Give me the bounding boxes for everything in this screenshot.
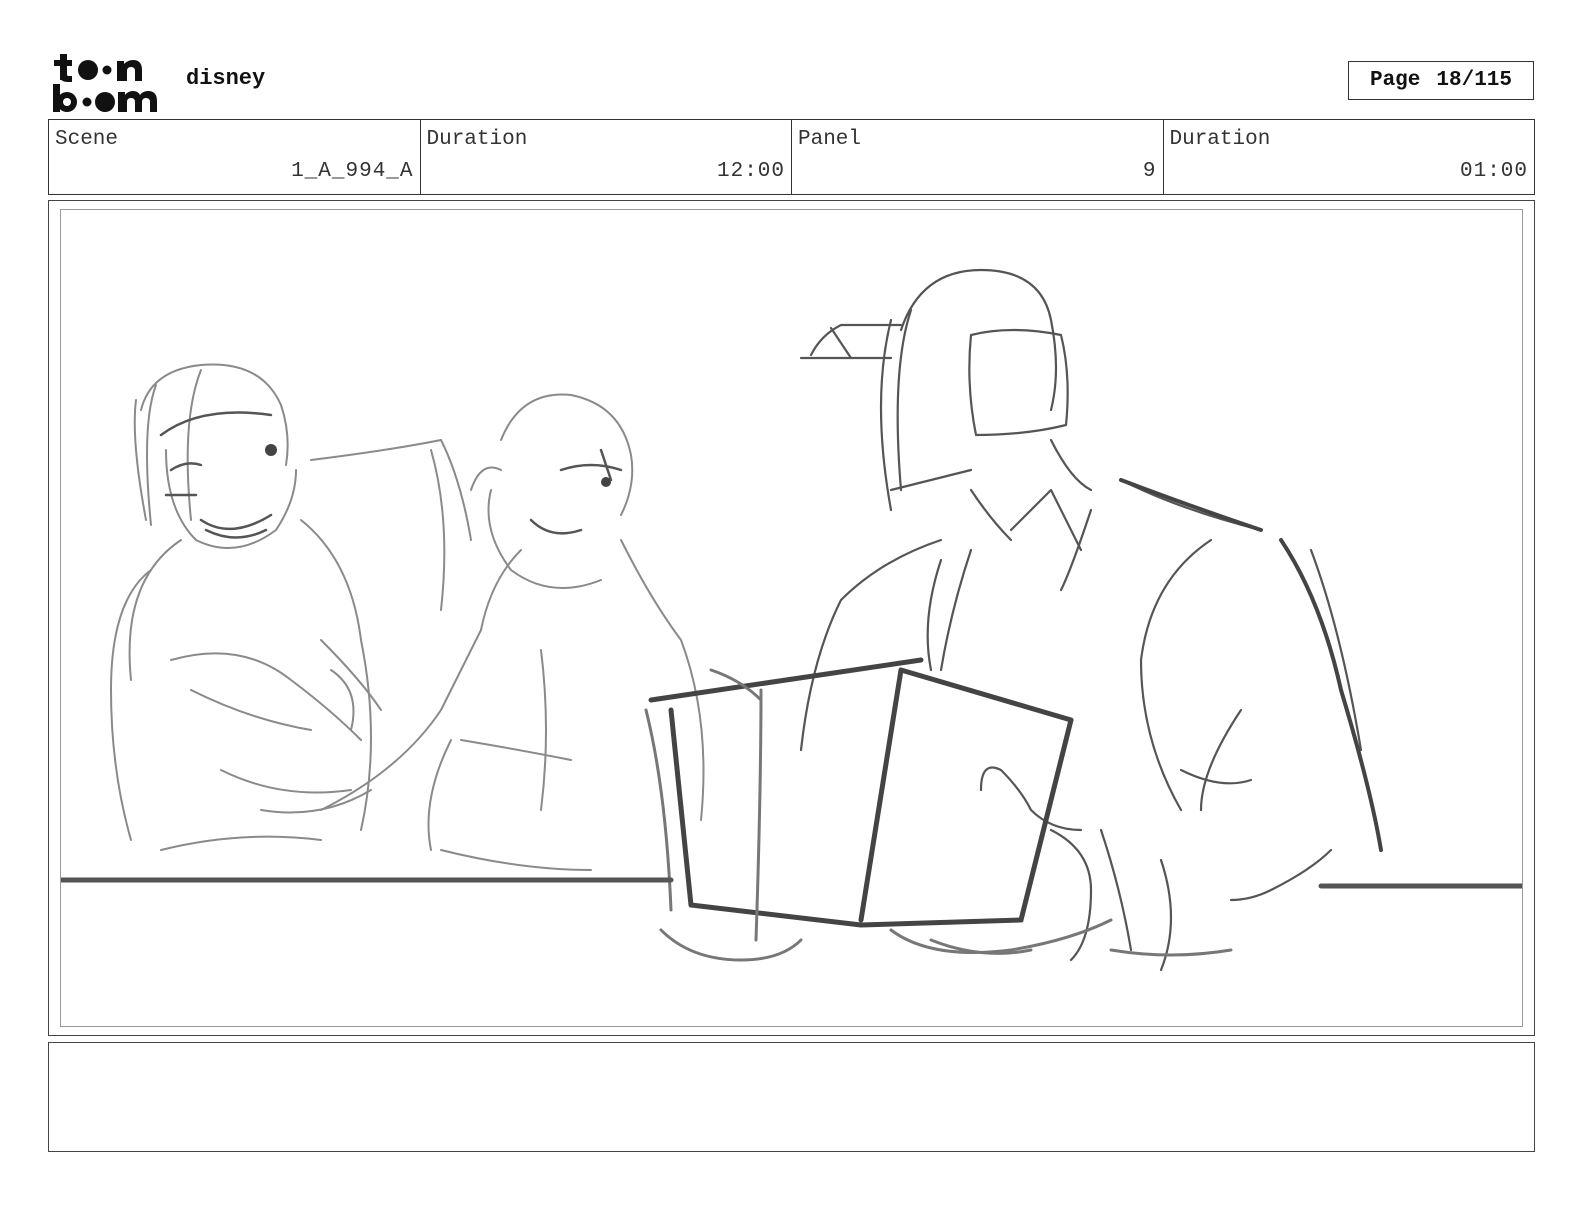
storyboard-panel-image	[60, 209, 1523, 1027]
panel-duration-cell: Duration 01:00	[1164, 120, 1535, 194]
storyboard-panel-frame	[48, 200, 1535, 1036]
scene-duration-value: 12:00	[716, 160, 785, 183]
scene-label: Scene	[55, 128, 119, 151]
page-number: 18/115	[1436, 69, 1513, 92]
scene-value: 1_A_994_A	[291, 160, 414, 183]
page-indicator: Page 18/115	[1348, 61, 1534, 100]
scene-duration-cell: Duration 12:00	[421, 120, 792, 194]
panel-cell: Panel 9	[792, 120, 1164, 194]
scene-cell: Scene 1_A_994_A	[49, 120, 421, 194]
scene-info-table: Scene 1_A_994_A Duration 12:00 Panel 9 D…	[48, 119, 1535, 195]
studio-name: disney	[186, 66, 266, 91]
storyboard-sketch	[61, 268, 1522, 972]
toon-boom-logo-icon	[53, 54, 157, 112]
panel-value: 9	[1142, 160, 1157, 183]
panel-label: Panel	[798, 128, 862, 151]
panel-duration-value: 01:00	[1459, 160, 1528, 183]
scene-duration-label: Duration	[426, 128, 528, 151]
panel-duration-label: Duration	[1169, 128, 1271, 151]
page-label: Page	[1369, 69, 1421, 92]
panel-notes-box	[48, 1042, 1535, 1152]
